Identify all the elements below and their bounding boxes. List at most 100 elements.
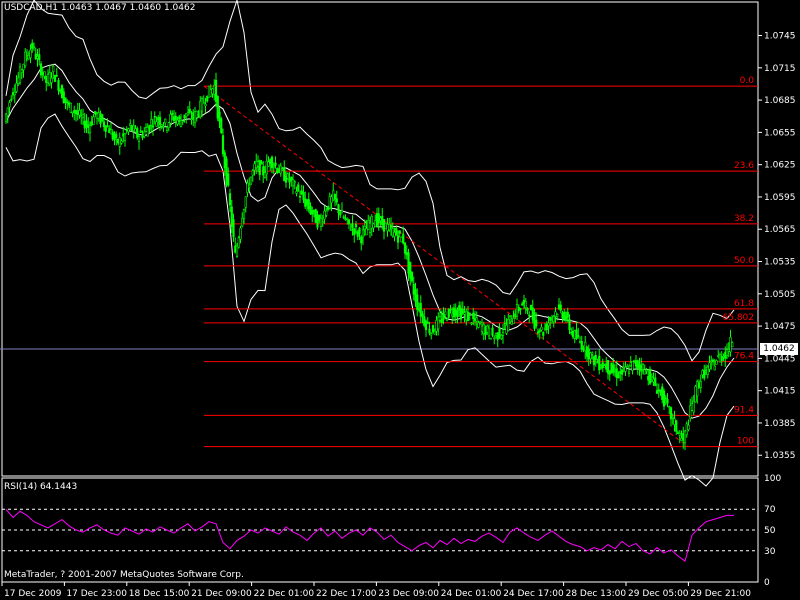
candle-body	[304, 198, 307, 207]
candle-body	[521, 303, 524, 306]
price-tick-label: 1.0595	[764, 193, 796, 203]
candle-body	[73, 109, 76, 113]
candle-body	[598, 355, 601, 371]
candle-body	[398, 230, 401, 234]
candle-body	[575, 329, 578, 339]
candle-body	[701, 370, 704, 375]
candle-body	[325, 210, 328, 216]
candle-body	[181, 120, 184, 122]
candle-body	[258, 160, 261, 176]
candle-body	[104, 125, 107, 132]
rsi-tick-label: 0	[764, 578, 770, 588]
candle-body	[346, 217, 349, 220]
candle-body	[508, 315, 512, 318]
candle-body	[671, 416, 674, 419]
candle-body	[648, 368, 652, 384]
candle-body	[186, 112, 190, 116]
candle-body	[335, 198, 338, 203]
candle-body	[298, 195, 302, 198]
candle-body	[92, 116, 95, 125]
candle-body	[416, 294, 419, 310]
candle-body	[169, 113, 172, 124]
candle-body	[454, 309, 457, 316]
candle-body	[251, 170, 254, 176]
candle-body	[66, 101, 69, 104]
candle-body	[171, 113, 174, 115]
candle-body	[284, 176, 288, 183]
candle-body	[699, 381, 702, 388]
candle-body	[50, 77, 53, 83]
candle-body	[409, 261, 412, 279]
candle-body	[570, 331, 573, 334]
candle-body	[405, 252, 408, 256]
candle-body	[311, 210, 314, 215]
candle-body	[242, 209, 246, 219]
time-tick-label: 28 Dec 13:00	[566, 589, 627, 599]
candle-body	[88, 125, 92, 134]
candle-body	[99, 113, 102, 125]
candle-body	[643, 369, 646, 375]
copyright-notice: MetaTrader, ? 2001-2007 MetaQuotes Softw…	[4, 570, 244, 580]
candle-body	[300, 190, 303, 195]
candle-body	[330, 196, 333, 203]
candle-body	[347, 219, 351, 225]
candle-body	[6, 107, 9, 116]
candle-body	[591, 352, 594, 355]
candle-body	[624, 366, 627, 372]
candle-body	[351, 223, 354, 229]
candle-body	[293, 181, 296, 184]
candle-body	[419, 303, 422, 317]
candle-body	[146, 126, 149, 137]
candle-body	[522, 299, 526, 304]
open-value: 1.0463	[60, 3, 93, 13]
candle-body	[687, 425, 690, 430]
candle-body	[421, 313, 424, 317]
candle-body	[39, 63, 43, 76]
candle-body	[528, 314, 531, 317]
candle-body	[638, 363, 641, 368]
price-chart[interactable]: 0.0 23.6 38.2 50.0 61.8 65.802 76.4 91.4 100 1.0…	[0, 0, 800, 600]
candle-body	[18, 66, 22, 84]
candle-body	[729, 337, 732, 353]
candle-body	[160, 124, 163, 127]
candle-body	[81, 113, 85, 119]
candle-body	[207, 85, 211, 98]
candle-body	[228, 193, 232, 206]
candle-body	[225, 158, 228, 185]
bollinger-middle	[5, 63, 735, 419]
candle-body	[195, 111, 198, 119]
rsi-tick-label: 50	[764, 526, 776, 536]
candle-body	[440, 318, 443, 323]
candle-body	[24, 51, 27, 67]
candle-body	[662, 390, 666, 407]
symbol-header: USDCAD,H1 1.0463 1.0467 1.0460 1.0462	[4, 3, 195, 13]
candle-body	[661, 386, 664, 400]
candle-body	[599, 367, 603, 370]
candle-body	[531, 307, 534, 321]
candle-body	[538, 330, 541, 333]
candle-body	[592, 356, 596, 366]
candle-body	[64, 97, 67, 103]
candle-body	[265, 160, 268, 175]
candle-body	[52, 65, 55, 72]
candle-body	[74, 110, 78, 115]
candle-body	[720, 356, 723, 361]
candle-body	[158, 116, 162, 125]
candle-body	[470, 322, 473, 325]
candle-body	[437, 316, 440, 330]
candle-body	[535, 319, 538, 327]
candle-body	[183, 114, 186, 119]
candle-body	[31, 42, 34, 49]
candle-body	[552, 315, 555, 323]
price-tick-label: 1.0685	[764, 96, 796, 106]
candle-body	[312, 209, 316, 212]
candle-body	[43, 71, 46, 77]
candle-body	[615, 368, 618, 379]
fib-level-label: 50.0	[734, 256, 754, 266]
candle-body	[272, 165, 275, 168]
candle-body	[375, 213, 379, 226]
candle-body	[680, 438, 683, 441]
candle-body	[151, 125, 155, 128]
fib-level-label: 100	[737, 437, 754, 447]
candle-body	[477, 322, 480, 328]
